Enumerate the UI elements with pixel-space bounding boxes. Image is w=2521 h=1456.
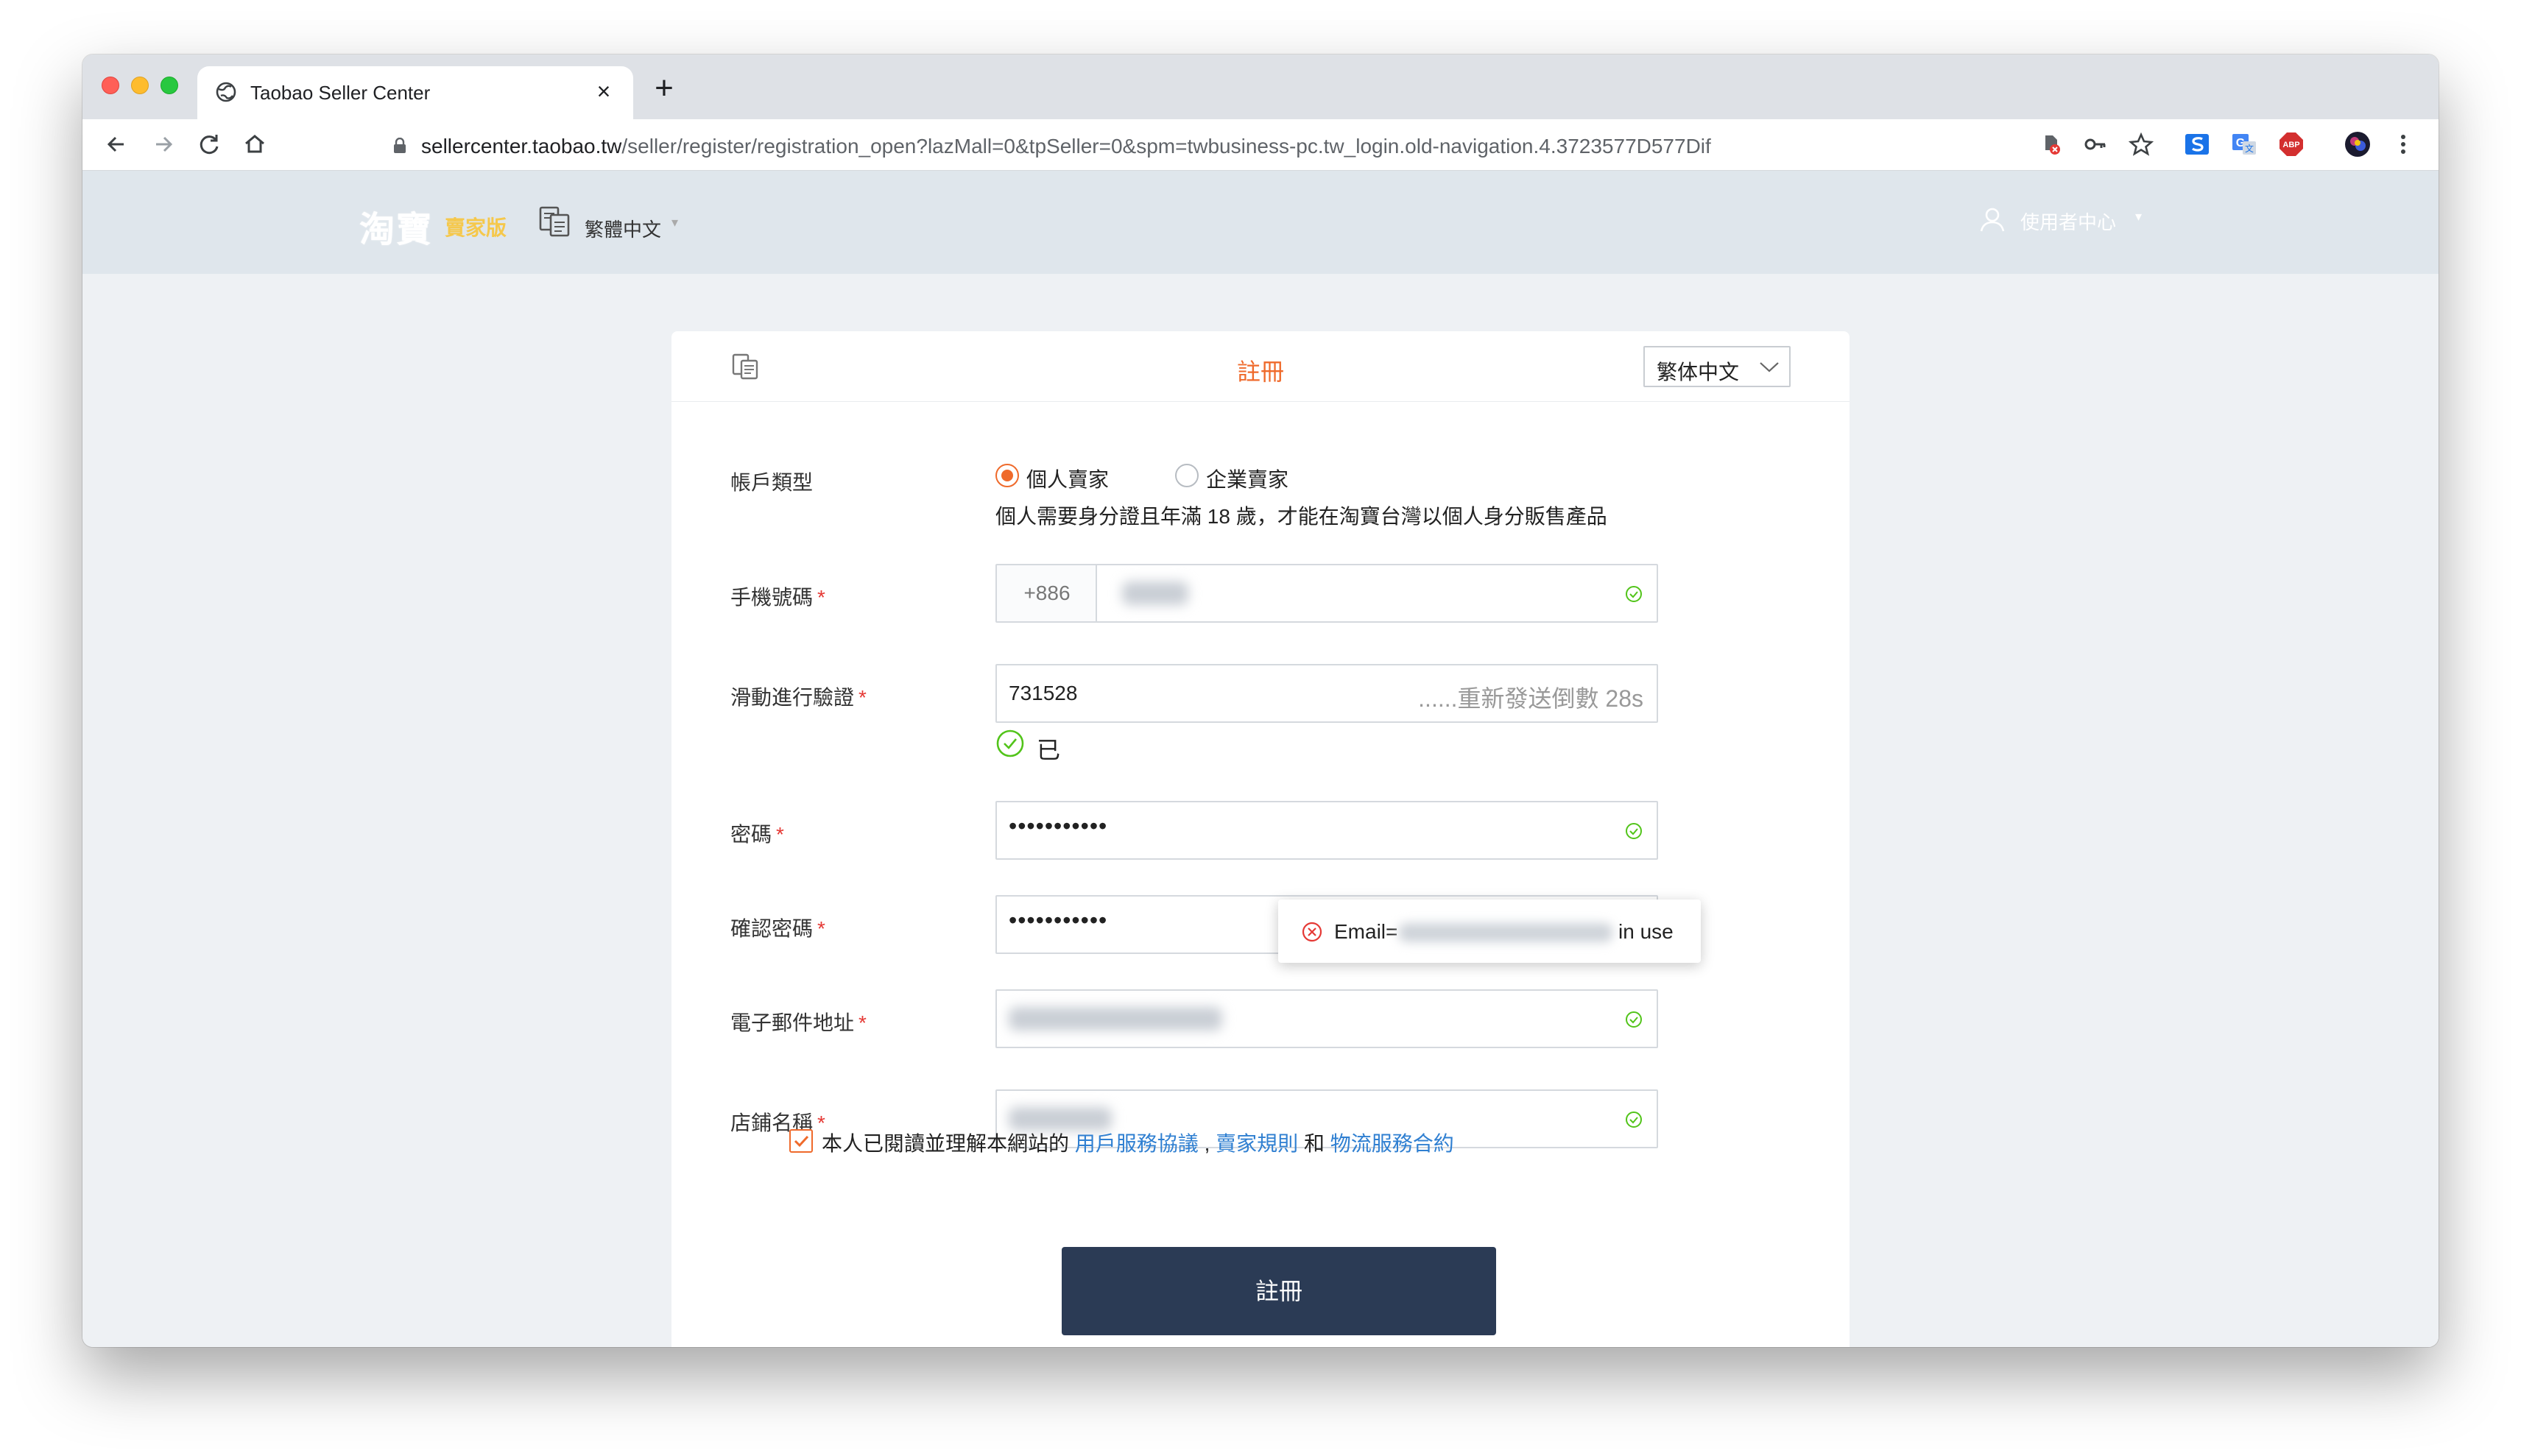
language-select[interactable]: 繁体中文 (1643, 346, 1791, 387)
chevron-down-icon[interactable]: ▾ (671, 215, 678, 230)
taobao-logo[interactable]: 淘寶 (359, 200, 433, 252)
redacted-email (1009, 1007, 1222, 1031)
globe-icon (215, 81, 237, 103)
required-asterisk: * (776, 823, 784, 846)
browser-toolbar: sellercenter.taobao.tw/seller/register/r… (82, 119, 2439, 171)
user-service-agreement-link[interactable]: 用戶服務協議 (1075, 1132, 1199, 1155)
resend-countdown[interactable]: ......重新發送倒數 28s (1418, 680, 1643, 714)
email-in-use-tooltip: Email= in use (1278, 900, 1701, 963)
radio-business-seller[interactable] (1175, 464, 1199, 487)
confirm-password-label: 確認密碼 * (730, 913, 825, 942)
lock-icon[interactable] (393, 137, 406, 154)
valid-check-icon (1624, 821, 1643, 841)
phone-field[interactable]: +886 (995, 564, 1658, 623)
confirm-password-value: ••••••••••• (1009, 907, 1108, 933)
required-asterisk: * (858, 1011, 867, 1034)
logistics-contract-link[interactable]: 物流服務合約 (1330, 1132, 1454, 1155)
more-icon[interactable] (2388, 130, 2418, 159)
adblock-icon[interactable]: ABP (2277, 130, 2306, 159)
confirm-password-label-text: 確認密碼 (730, 917, 814, 940)
verified-status-text: 已 (1037, 737, 1061, 763)
key-icon[interactable] (2081, 130, 2110, 159)
verified-check-icon (995, 729, 1025, 758)
svg-text:文: 文 (2245, 143, 2254, 154)
password-label: 密碼 * (730, 819, 784, 848)
language-icon[interactable] (537, 205, 571, 238)
verification-code-field[interactable]: 731528 ......重新發送倒數 28s (995, 664, 1658, 723)
reload-icon[interactable] (194, 130, 224, 159)
radio-business-seller-label[interactable]: 企業賣家 (1206, 464, 1288, 493)
error-circle-icon (1300, 920, 1324, 944)
seller-rules-link[interactable]: 賣家規則 (1216, 1132, 1298, 1155)
tab-strip: Taobao Seller Center × + (82, 54, 2439, 119)
forward-arrow-icon[interactable] (149, 130, 178, 159)
required-asterisk: * (817, 917, 825, 940)
header-language-selector[interactable]: 繁體中文 (585, 215, 661, 242)
url-path: /seller/register/registration_open?lazMa… (621, 135, 1711, 158)
redacted-phone-number (1122, 582, 1188, 605)
agreement-separator: , (1204, 1132, 1210, 1155)
site-header: 淘寶 賣家版 繁體中文 ▾ 使用者中心 ▾ (82, 171, 2439, 274)
url-host: sellercenter.taobao.tw (421, 135, 622, 158)
new-tab-button[interactable]: + (648, 72, 680, 105)
browser-tab[interactable]: Taobao Seller Center × (197, 66, 633, 119)
shield-off-icon[interactable] (2035, 130, 2065, 159)
agreement-text: 本人已閱讀並理解本網站的 用戶服務協議 , 賣家規則 和 物流服務合約 (822, 1128, 1454, 1157)
verification-code-value: 731528 (1009, 682, 1078, 704)
s-extension-icon[interactable] (2182, 130, 2212, 159)
page: 淘寶 賣家版 繁體中文 ▾ 使用者中心 ▾ 註冊 繁体中文 帳戶類型 個人賣家 … (82, 171, 2439, 1347)
language-select-value: 繁体中文 (1657, 361, 1740, 384)
registration-card: 註冊 繁体中文 帳戶類型 個人賣家 企業賣家 個人需要身分證且年滿 18 歲，才… (671, 331, 1850, 1347)
agreement-and: 和 (1303, 1132, 1325, 1155)
seller-edition-label: 賣家版 (445, 216, 507, 239)
profile-avatar-icon[interactable] (2343, 130, 2372, 159)
password-value: ••••••••••• (1009, 813, 1108, 839)
verification-label: 滑動進行驗證 * (730, 682, 867, 711)
password-label-text: 密碼 (730, 823, 772, 846)
maximize-window-button[interactable] (161, 77, 178, 94)
tooltip-email-prefix: Email= (1334, 920, 1398, 943)
valid-check-icon (1624, 1010, 1643, 1029)
required-asterisk: * (858, 686, 867, 709)
register-button[interactable]: 註冊 (1062, 1247, 1496, 1335)
required-asterisk: * (817, 586, 825, 609)
email-field[interactable] (995, 989, 1658, 1048)
card-header: 註冊 繁体中文 (671, 331, 1850, 402)
tab-title: Taobao Seller Center (250, 82, 431, 104)
svg-text:ABP: ABP (2282, 141, 2299, 149)
tooltip-in-use-text: in use (1618, 920, 1674, 943)
chevron-down-icon (1758, 359, 1780, 374)
phone-label: 手機號碼 * (730, 582, 825, 611)
phone-label-text: 手機號碼 (730, 586, 814, 609)
redacted-email-in-tooltip (1399, 923, 1612, 942)
radio-individual-seller[interactable] (995, 464, 1019, 487)
account-type-hint: 個人需要身分證且年滿 18 歲，才能在淘寶台灣以個人身分販售產品 (995, 505, 1607, 528)
agreement-checkbox[interactable] (789, 1129, 813, 1153)
minimize-window-button[interactable] (131, 77, 149, 94)
agreement-prefix: 本人已閱讀並理解本網站的 (822, 1132, 1070, 1155)
password-field[interactable]: ••••••••••• (995, 801, 1658, 860)
tab-close-icon[interactable]: × (590, 77, 617, 106)
country-code-prefix[interactable]: +886 (997, 565, 1097, 621)
radio-individual-seller-label[interactable]: 個人賣家 (1026, 464, 1109, 493)
user-menu-chevron-icon[interactable]: ▾ (2135, 209, 2142, 225)
valid-check-icon (1624, 584, 1643, 604)
valid-check-icon (1624, 1110, 1643, 1129)
browser-window: Taobao Seller Center × + sellercenter.ta… (82, 54, 2439, 1347)
user-center-link[interactable]: 使用者中心 (2020, 208, 2116, 235)
address-bar[interactable]: sellercenter.taobao.tw/seller/register/r… (287, 126, 2113, 164)
user-icon[interactable] (1978, 205, 2007, 234)
email-label: 電子郵件地址 * (730, 1007, 867, 1036)
close-window-button[interactable] (102, 77, 119, 94)
translate-icon[interactable]: G文 (2229, 130, 2259, 159)
country-code-text: +886 (1023, 582, 1071, 604)
account-type-label: 帳戶類型 (730, 471, 814, 494)
star-icon[interactable] (2126, 130, 2156, 159)
url-text[interactable]: sellercenter.taobao.tw/seller/register/r… (421, 135, 1711, 158)
home-icon[interactable] (240, 130, 269, 159)
verification-label-text: 滑動進行驗證 (730, 686, 855, 709)
email-label-text: 電子郵件地址 (730, 1011, 855, 1034)
back-arrow-icon[interactable] (102, 130, 131, 159)
